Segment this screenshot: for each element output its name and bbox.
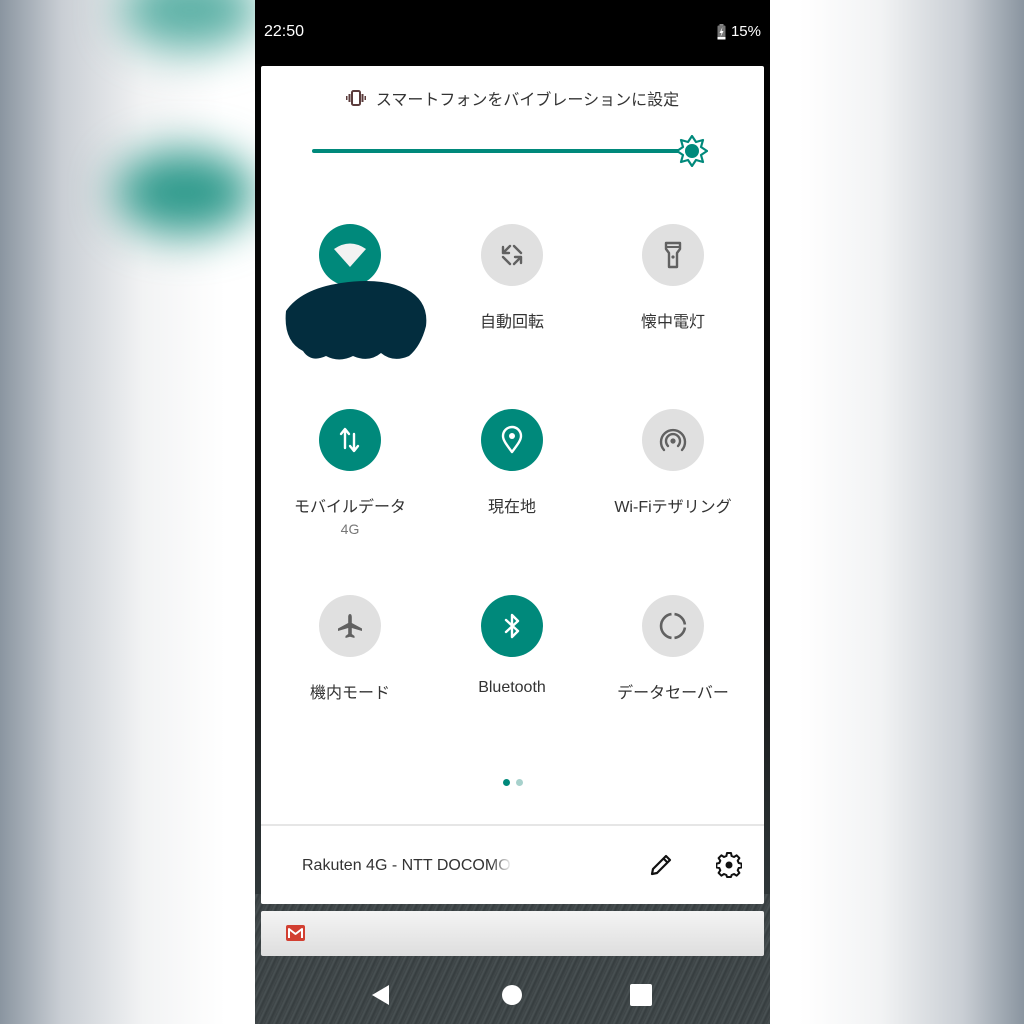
tile-auto-rotate-label: 自動回転 — [479, 314, 544, 331]
status-time: 22:50 — [264, 23, 305, 40]
tile-flashlight-button[interactable] — [642, 224, 704, 286]
tile-bluetooth[interactable]: Bluetooth — [432, 595, 592, 697]
auto-rotate-icon — [501, 244, 523, 266]
tile-location-button[interactable] — [481, 409, 543, 471]
phone-screen: 22:50 15% スマートフォンをバイブレーションに設定 自動回転 懐中電灯 … — [255, 0, 770, 1024]
gmail-notification[interactable] — [261, 911, 764, 956]
battery-charging-icon — [717, 23, 726, 39]
ringer-mode-toggle[interactable]: スマートフォンをバイブレーションに設定 — [261, 86, 764, 110]
tile-data-saver[interactable]: データセーバー — [593, 595, 753, 703]
background-blur-teal-top — [120, 0, 260, 50]
wifi-icon — [334, 243, 366, 267]
quick-settings-panel: スマートフォンをバイブレーションに設定 自動回転 懐中電灯 モバイルデータ 4G… — [261, 66, 764, 904]
vibrate-icon — [345, 90, 366, 106]
navigation-bar — [255, 965, 770, 1024]
tile-mobile-data-button[interactable] — [319, 409, 381, 471]
panel-divider — [261, 824, 764, 826]
location-pin-icon — [501, 425, 523, 454]
page-dot-active[interactable] — [502, 779, 510, 786]
data-saver-icon — [659, 612, 687, 640]
tile-location[interactable]: 現在地 — [432, 409, 592, 517]
status-bar: 22:50 15% — [255, 0, 770, 64]
tile-mobile-data[interactable]: モバイルデータ 4G — [270, 409, 430, 537]
tile-airplane-label: 機内モード — [309, 685, 390, 702]
tile-bluetooth-button[interactable] — [481, 595, 543, 657]
tile-airplane-button[interactable] — [319, 595, 381, 657]
status-right: 15% — [717, 23, 761, 40]
tile-hotspot-label: Wi-Fiテザリング — [614, 499, 732, 516]
page-dot-inactive[interactable] — [515, 779, 523, 786]
mobile-data-icon — [339, 427, 360, 453]
edit-pencil-icon[interactable] — [648, 852, 674, 878]
tile-data-saver-label: データセーバー — [617, 685, 729, 702]
back-icon[interactable] — [369, 983, 393, 1007]
tile-data-saver-button[interactable] — [642, 595, 704, 657]
tile-auto-rotate[interactable]: 自動回転 — [432, 224, 592, 332]
brightness-slider-thumb[interactable] — [676, 135, 708, 167]
settings-gear-icon[interactable] — [716, 852, 742, 878]
carrier-name: Rakuten 4G - NTT DOCOMO — [302, 857, 511, 874]
tile-airplane[interactable]: 機内モード — [270, 595, 430, 703]
tile-location-label: 現在地 — [487, 499, 536, 516]
tile-auto-rotate-button[interactable] — [481, 224, 543, 286]
hotspot-icon — [659, 428, 687, 452]
tile-mobile-data-label: モバイルデータ — [293, 499, 406, 516]
tile-hotspot[interactable]: Wi-Fiテザリング — [593, 409, 753, 517]
redaction-scribble — [285, 281, 427, 360]
bluetooth-icon — [504, 613, 520, 639]
airplane-icon — [338, 614, 362, 638]
battery-percent: 15% — [730, 23, 761, 40]
tile-bluetooth-label: Bluetooth — [478, 679, 546, 696]
tile-flashlight-label: 懐中電灯 — [640, 314, 705, 331]
ringer-mode-label: スマートフォンをバイブレーションに設定 — [375, 92, 680, 109]
background-blur-teal-mid — [115, 150, 255, 235]
recents-icon[interactable] — [629, 983, 653, 1007]
page-indicator — [261, 779, 764, 786]
gmail-icon — [286, 925, 305, 941]
flashlight-icon — [664, 241, 682, 269]
brightness-slider-track[interactable] — [312, 149, 692, 153]
tile-mobile-data-sublabel: 4G — [340, 521, 360, 537]
tile-flashlight[interactable]: 懐中電灯 — [593, 224, 753, 332]
home-icon[interactable] — [500, 983, 524, 1007]
tile-hotspot-button[interactable] — [642, 409, 704, 471]
